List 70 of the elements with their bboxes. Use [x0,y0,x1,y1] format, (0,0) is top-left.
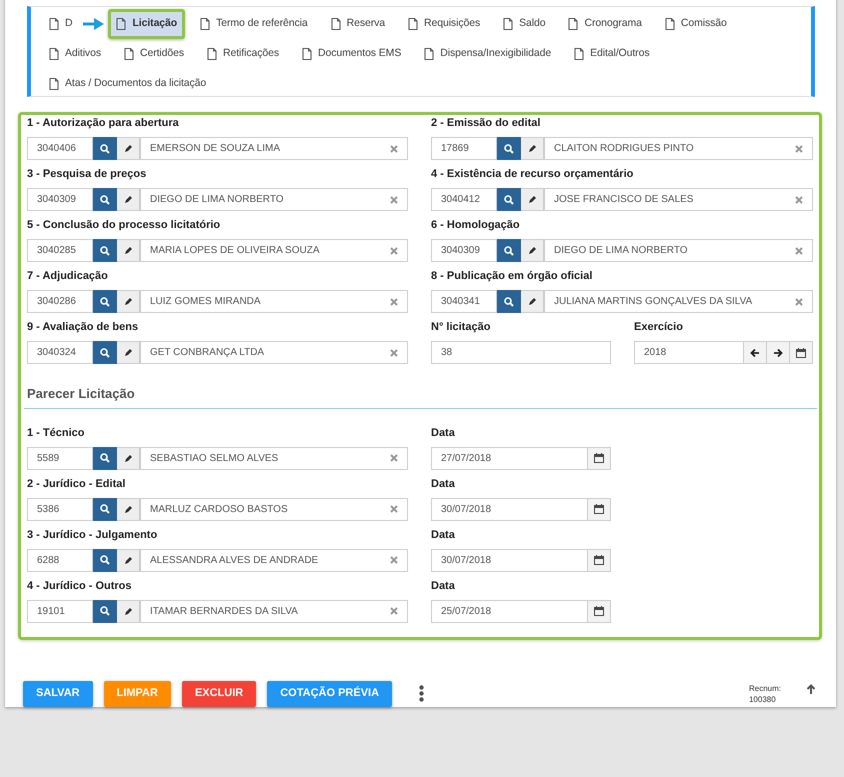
code-field[interactable]: 3040406 [27,137,93,160]
field-label: 4 - Jurídico - Outros [27,580,133,592]
tab[interactable]: Retificações [199,39,288,69]
tab[interactable]: Certidões [116,39,192,69]
field-label: 2 - Jurídico - Edital [27,478,126,490]
field-label: 7 - Adjudicação [27,270,109,283]
tab[interactable]: D [41,9,80,39]
date-field[interactable]: 27/07/2018 [431,446,588,470]
field-label: N° licitação [431,321,492,334]
code-field[interactable]: 6288 [27,548,93,572]
tab[interactable]: Cronograma [560,9,650,39]
code-field[interactable]: 3040341 [431,290,497,313]
field-label: 1 - Autorização para abertura [27,117,180,130]
year-field[interactable]: 2018 [634,341,744,364]
name-field[interactable]: DIEGO DE LIMA NORBERTO [544,239,813,262]
tab[interactable]: Edital/Outros [566,39,658,69]
code-field[interactable]: 5386 [27,498,93,520]
field-label: Data [431,426,456,440]
tab[interactable]: Reserva [322,9,393,39]
section-heading: Parecer Licitação [24,372,817,408]
name-field[interactable]: CLAITON RODRIGUES PINTO [544,137,813,160]
date-field[interactable]: 30/07/2018 [431,498,588,520]
field-label: Data [431,580,456,592]
code-field[interactable]: 3040309 [27,188,93,211]
field-label: 3 - Pesquisa de preços [27,168,148,181]
name-field[interactable]: JULIANA MARTINS GONÇALVES DA SILVA [544,290,813,313]
name-field[interactable]: ITAMAR BERNARDES DA SILVA [140,600,408,622]
field-label: Data [431,528,456,542]
date-field[interactable]: 25/07/2018 [431,600,588,622]
name-field[interactable]: MARLUZ CARDOSO BASTOS [140,498,408,520]
tab[interactable]: Documentos EMS [294,39,410,69]
field-label: Exercício [634,321,684,334]
tab[interactable]: Dispensa/Inexigibilidade [416,39,560,69]
tab[interactable]: Aditivos [41,39,109,69]
name-field[interactable]: MARIA LOPES DE OLIVEIRA SOUZA [140,239,408,262]
tab[interactable]: Saldo [495,9,554,39]
name-field[interactable]: SEBASTIAO SELMO ALVES [140,446,408,470]
tab[interactable]: Requisições [400,9,488,39]
code-field[interactable]: 19101 [27,600,93,622]
code-field[interactable]: 17869 [431,137,497,160]
name-field[interactable]: EMERSON DE SOUZA LIMA [140,137,408,160]
tab[interactable]: Atas / Documentos da licitação [41,69,214,99]
field-label: 3 - Jurídico - Julgamento [27,528,158,542]
recnum-value: 100380 [748,694,777,704]
date-field[interactable]: 30/07/2018 [431,548,588,572]
field-label: 8 - Publicação em órgão oficial [431,270,594,283]
field-label: Data [431,478,456,490]
code-field[interactable]: 3040286 [27,290,93,313]
code-field[interactable]: 5589 [27,446,93,470]
name-field[interactable]: DIEGO DE LIMA NORBERTO [140,188,408,211]
name-field[interactable]: ALESSANDRA ALVES DE ANDRADE [140,548,408,572]
code-field[interactable]: 3040324 [27,341,93,364]
name-field[interactable]: GET CONBRANÇA LTDA [140,341,408,364]
name-field[interactable]: LUIZ GOMES MIRANDA [140,290,408,313]
number-field[interactable]: 38 [431,341,611,364]
code-field[interactable]: 3040309 [431,239,497,262]
tab[interactable]: Licitação [108,9,186,39]
recnum-label: Recnum: [748,682,781,694]
tab[interactable]: Comissão [656,9,735,39]
field-label: 6 - Homologação [431,219,521,232]
action-button[interactable]: EXCLUIR [182,680,256,706]
field-label: 9 - Avaliação de bens [27,321,140,334]
field-label: 1 - Técnico [27,426,86,440]
field-label: 4 - Existência de recurso orçamentário [431,168,634,181]
tab[interactable]: Termo de referência [192,9,316,39]
code-field[interactable]: 3040412 [431,188,497,211]
field-label: 2 - Emissão do edital [431,117,542,130]
name-field[interactable]: JOSE FRANCISCO DE SALES [544,188,813,211]
code-field[interactable]: 3040285 [27,239,93,262]
field-label: 5 - Conclusão do processo licitatório [27,219,222,232]
